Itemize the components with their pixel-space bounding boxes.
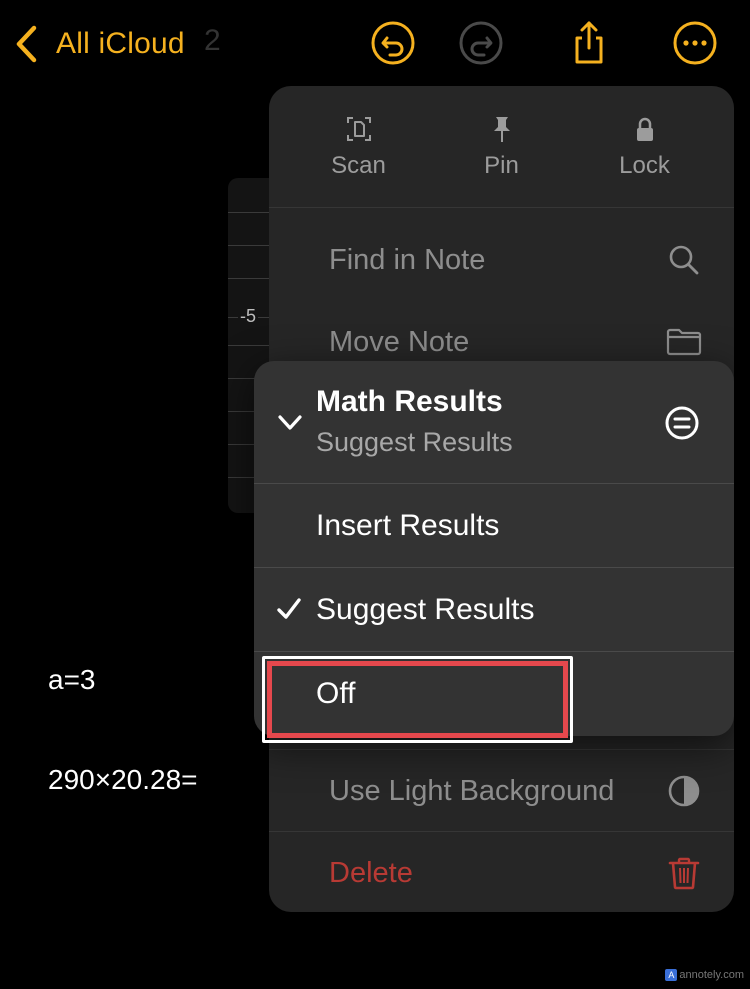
pin-label: Pin	[484, 152, 519, 179]
lock-icon	[636, 117, 653, 141]
chevron-down-icon	[278, 415, 302, 430]
redo-icon	[459, 21, 503, 65]
quick-actions-row: Scan Pin Lock	[269, 86, 734, 207]
equals-circle-icon	[665, 406, 699, 440]
find-in-note-item[interactable]: Find in Note	[269, 219, 734, 301]
option-label: Suggest Results	[316, 592, 535, 626]
magnifier-icon	[669, 245, 699, 275]
move-note-label: Move Note	[329, 325, 470, 358]
trash-icon	[668, 857, 700, 890]
math-results-header[interactable]: Math Results Suggest Results	[254, 361, 734, 483]
chevron-left-icon	[16, 25, 37, 63]
submenu-title: Math Results	[316, 385, 503, 418]
more-button[interactable]	[672, 20, 718, 66]
share-button[interactable]	[566, 20, 612, 66]
undo-icon	[371, 21, 415, 65]
suggest-results-option[interactable]: Suggest Results	[254, 568, 734, 651]
half-circle-icon	[668, 775, 700, 807]
back-label: All iCloud	[56, 27, 185, 60]
use-light-background-item[interactable]: Use Light Background	[269, 750, 734, 832]
share-icon	[575, 21, 603, 64]
scan-document-icon	[346, 117, 371, 141]
more-icon	[673, 21, 717, 65]
checkmark-icon	[277, 598, 301, 619]
undo-button[interactable]	[370, 20, 416, 66]
submenu-subtitle: Suggest Results	[316, 427, 513, 457]
hidden-title-fragment: 2	[204, 24, 221, 57]
delete-label: Delete	[329, 856, 413, 889]
graph-tick-label: -5	[238, 306, 259, 327]
pin-button[interactable]: Pin	[442, 114, 562, 207]
folder-icon	[666, 328, 702, 356]
pin-icon	[493, 117, 510, 142]
lock-label: Lock	[619, 152, 670, 179]
scan-button[interactable]: Scan	[299, 114, 419, 207]
note-text-line: a=3	[48, 664, 96, 695]
delete-item[interactable]: Delete	[269, 832, 734, 912]
back-button[interactable]: All iCloud	[14, 22, 185, 66]
lock-button[interactable]: Lock	[585, 114, 705, 207]
watermark-text: annotely.com	[679, 969, 744, 981]
watermark-logo: A	[665, 969, 678, 981]
redo-button[interactable]	[458, 20, 504, 66]
note-text-line: 290×20.28=	[48, 764, 198, 795]
highlight-box	[262, 656, 573, 743]
watermark: A annotely.com	[665, 969, 744, 981]
divider	[269, 207, 734, 208]
use-light-background-label: Use Light Background	[329, 774, 615, 807]
option-label: Insert Results	[316, 508, 500, 542]
find-in-note-label: Find in Note	[329, 243, 486, 276]
insert-results-option[interactable]: Insert Results	[254, 484, 734, 567]
scan-label: Scan	[331, 152, 386, 179]
